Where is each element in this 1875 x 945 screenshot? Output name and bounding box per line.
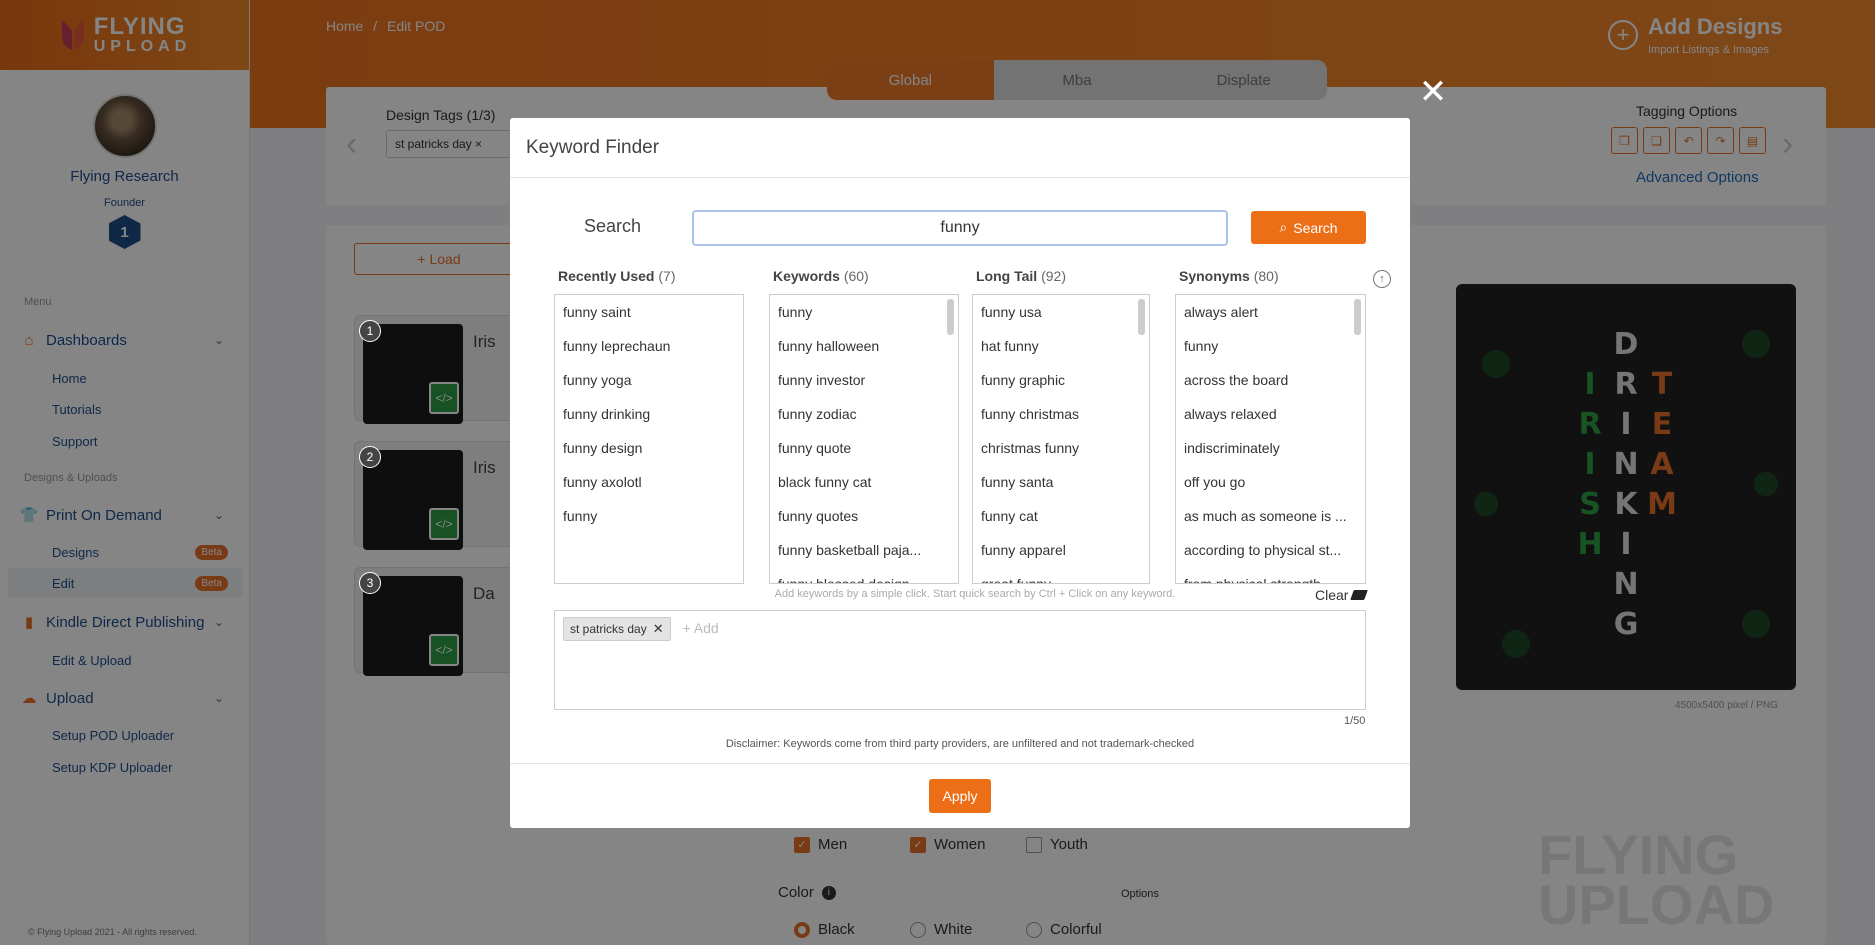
keyword-item[interactable]: from physical strength <box>1176 567 1365 583</box>
keyword-item[interactable]: as much as someone is ... <box>1176 499 1365 533</box>
keyword-item[interactable]: funny leprechaun <box>555 329 743 363</box>
keyword-item[interactable]: funny design <box>555 431 743 465</box>
keyword-item[interactable]: funny investor <box>770 363 958 397</box>
scrollbar[interactable] <box>1138 299 1145 335</box>
column-title-recently-used: Recently Used (7) <box>558 268 676 284</box>
design-number: 2 <box>359 446 381 468</box>
modal-footer: Apply <box>510 763 1410 828</box>
keyword-item[interactable]: hat funny <box>973 329 1149 363</box>
modal-title: Keyword Finder <box>510 118 1410 178</box>
tag-label: st patricks day <box>570 622 647 636</box>
scrollbar[interactable] <box>1354 299 1361 335</box>
keyword-item[interactable]: funny <box>1176 329 1365 363</box>
design-number: 3 <box>359 572 381 594</box>
keyword-item[interactable]: funny axolotl <box>555 465 743 499</box>
keyword-item[interactable]: funny yoga <box>555 363 743 397</box>
synonyms-list[interactable]: always alert funny across the board always … <box>1175 294 1366 584</box>
keyword-item[interactable]: funny halloween <box>770 329 958 363</box>
search-input[interactable] <box>692 210 1228 246</box>
search-button-label: Search <box>1293 219 1338 236</box>
keyword-item[interactable]: funny usa <box>973 295 1149 329</box>
keyword-item[interactable]: funny saint <box>555 295 743 329</box>
search-label: Search <box>584 216 642 236</box>
disclaimer: Disclaimer: Keywords come from third par… <box>725 738 1195 750</box>
keyword-item[interactable]: funny apparel <box>973 533 1149 567</box>
keyword-item[interactable]: funny basketball paja... <box>770 533 958 567</box>
keyword-item[interactable]: funny graphic <box>973 363 1149 397</box>
keyword-item[interactable]: off you go <box>1176 465 1365 499</box>
selected-tag-chip[interactable]: st patricks day ✕ <box>563 617 671 641</box>
keyword-item[interactable]: across the board <box>1176 363 1365 397</box>
long-tail-list[interactable]: funny usa hat funny funny graphic funny chr… <box>972 294 1150 584</box>
scrollbar[interactable] <box>947 299 954 335</box>
keyword-item[interactable]: funny cat <box>973 499 1149 533</box>
add-tag-input[interactable]: + Add <box>683 620 719 636</box>
keyword-item[interactable]: always alert <box>1176 295 1365 329</box>
keywords-list[interactable]: funny funny halloween funny investor funny … <box>769 294 959 584</box>
keyword-item[interactable]: indiscriminately <box>1176 431 1365 465</box>
keyword-finder-modal: Keyword Finder Search ⌕ Search Recently … <box>510 118 1410 828</box>
keyword-item[interactable]: funny quote <box>770 431 958 465</box>
keyword-item[interactable]: funny <box>555 499 743 533</box>
keyword-item[interactable]: funny christmas <box>973 397 1149 431</box>
keyword-item[interactable]: always relaxed <box>1176 397 1365 431</box>
search-button[interactable]: ⌕ Search <box>1251 211 1366 244</box>
column-title-keywords: Keywords (60) <box>773 268 869 284</box>
keyword-item[interactable]: funny quotes <box>770 499 958 533</box>
remove-tag-icon[interactable]: ✕ <box>653 621 664 637</box>
search-icon: ⌕ <box>1279 219 1288 235</box>
keyword-item[interactable]: great funny <box>973 567 1149 583</box>
clear-label: Clear <box>1315 587 1349 603</box>
keyword-item[interactable]: funny <box>770 295 958 329</box>
apply-button[interactable]: Apply <box>929 779 991 813</box>
keyword-item[interactable]: black funny cat <box>770 465 958 499</box>
arrow-up-circle-icon[interactable]: ↑ <box>1373 270 1391 288</box>
tag-counter: 1/50 <box>1344 715 1366 727</box>
keyword-hint: Add keywords by a simple click. Start qu… <box>774 588 1176 600</box>
design-number: 1 <box>359 320 381 342</box>
selected-tags-area[interactable]: st patricks day ✕ + Add <box>554 610 1366 710</box>
keyword-item[interactable]: funny blessed design <box>770 567 958 583</box>
column-title-synonyms: Synonyms (80) <box>1179 268 1279 284</box>
keyword-item[interactable]: funny zodiac <box>770 397 958 431</box>
close-icon[interactable]: ✕ <box>1416 75 1450 110</box>
keyword-item[interactable]: funny santa <box>973 465 1149 499</box>
recently-used-list[interactable]: funny saint funny leprechaun funny yoga fun… <box>554 294 744 584</box>
keyword-item[interactable]: according to physical st... <box>1176 533 1365 567</box>
clear-button[interactable]: Clear <box>1315 587 1369 603</box>
eraser-icon <box>1350 590 1369 600</box>
column-title-long-tail: Long Tail (92) <box>976 268 1066 284</box>
keyword-item[interactable]: christmas funny <box>973 431 1149 465</box>
keyword-item[interactable]: funny drinking <box>555 397 743 431</box>
